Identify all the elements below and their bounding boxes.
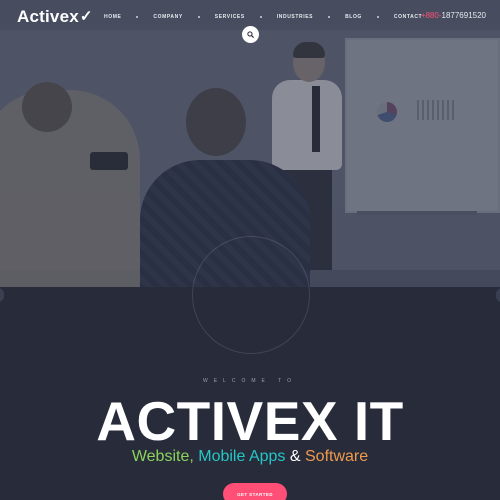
nav-item-blog[interactable]: BLOG [345,14,362,20]
nav-separator [259,16,262,18]
decorative-circle [192,236,310,354]
nav-item-contact[interactable]: CONTACT [394,14,422,20]
nav-item-services[interactable]: SERVICES [215,14,245,20]
nav-separator [376,16,379,18]
tagline-software: Software [305,448,369,465]
slider-next-arrow[interactable] [496,288,500,302]
tagline-website: Website, [131,448,194,465]
search-icon [247,31,254,38]
nav-separator [136,16,139,18]
phone-prefix: +880- [420,11,442,20]
logo-check-icon: ✓ [79,8,93,25]
slider-prev-arrow[interactable] [0,288,4,302]
tagline-mobile-apps: Mobile Apps [198,448,286,465]
get-started-button[interactable]: GET STARTED [223,483,287,500]
nav-item-home[interactable]: HOME [104,14,121,20]
nav-separator [197,16,200,18]
nav-item-industries[interactable]: INDUSTRIES [277,14,313,20]
hero-title: ACTIVEX IT [96,390,404,452]
tagline-ampersand: & [289,448,301,465]
phone-number: 1877691520 [441,11,487,20]
search-button[interactable] [242,26,259,43]
nav-item-company[interactable]: COMPANY [153,14,182,20]
site-logo[interactable]: Activex ✓ [17,7,93,26]
nav-separator [328,16,331,18]
phone-link[interactable]: +880-1877691520 [421,11,486,20]
main-nav: HOME COMPANY SERVICES INDUSTRIES BLOG CO… [104,12,422,22]
hero-tagline: Website, Mobile Apps & Software [0,447,500,467]
logo-text: Activex [17,7,79,26]
welcome-text: WELCOME TO [203,378,297,384]
